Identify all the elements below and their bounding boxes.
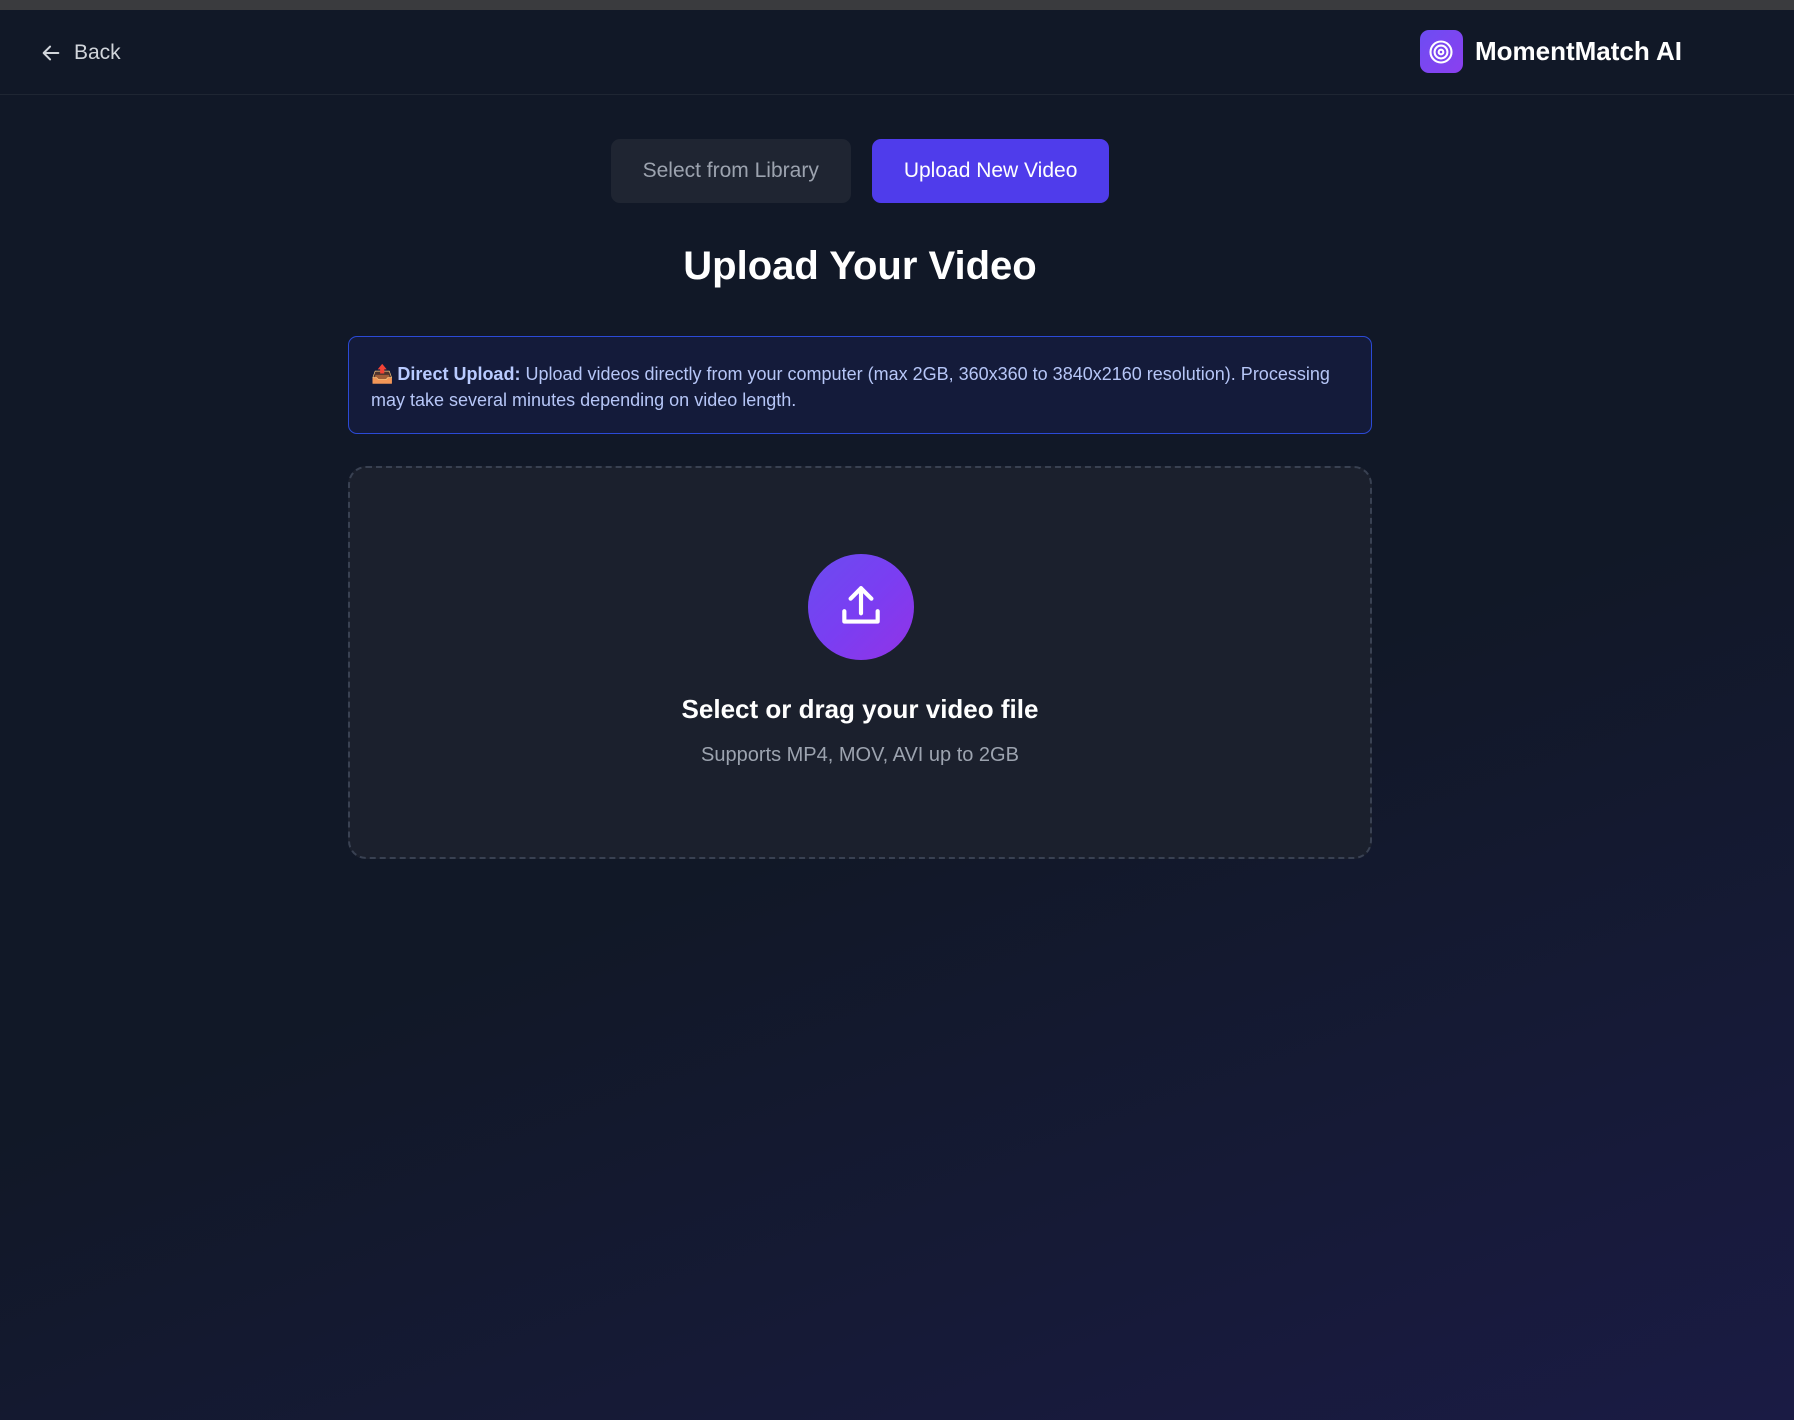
top-bar: Back MomentMatch AI (0, 10, 1794, 95)
back-button[interactable]: Back (40, 38, 121, 68)
target-icon (1419, 30, 1463, 73)
source-tabs: Select from Library Upload New Video (0, 139, 1720, 203)
direct-upload-notice: 📤 Direct Upload: Upload videos directly f… (348, 336, 1372, 434)
page-title: Upload Your Video (683, 244, 1037, 288)
dropzone-title: Select or drag your video file (681, 694, 1039, 724)
window-top-strip (0, 0, 1794, 10)
brand: MomentMatch AI (1419, 30, 1682, 73)
outbox-tray-icon: 📤 (371, 364, 394, 384)
notice-heading: Direct Upload: (397, 364, 521, 384)
brand-name: MomentMatch AI (1474, 36, 1682, 66)
tab-select-from-library[interactable]: Select from Library (610, 139, 851, 203)
dropzone-subtitle: Supports MP4, MOV, AVI up to 2GB (701, 744, 1019, 766)
back-label: Back (74, 41, 121, 64)
tab-upload-new-video[interactable]: Upload New Video (871, 139, 1110, 203)
video-dropzone[interactable]: Select or drag your video file Supports … (348, 466, 1372, 859)
upload-icon[interactable] (808, 554, 914, 660)
arrow-left-icon (40, 42, 62, 64)
